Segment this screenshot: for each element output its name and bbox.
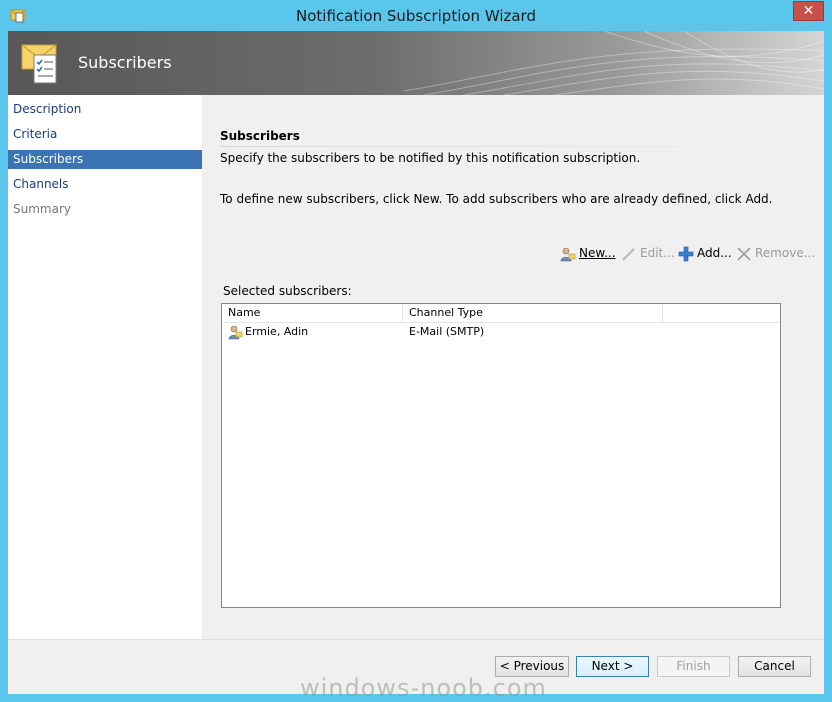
table-row[interactable]: Ermie, Adin E-Mail (SMTP)	[222, 323, 780, 341]
footer-divider	[8, 639, 824, 640]
remove-x-icon	[737, 246, 751, 261]
envelope-checklist-icon	[21, 44, 57, 84]
add-button-label: Add...	[697, 246, 732, 260]
next-button[interactable]: Next >	[576, 656, 649, 677]
nav-item-channels[interactable]: Channels	[8, 175, 202, 194]
window-title: Notification Subscription Wizard	[296, 7, 536, 25]
subscribers-page: Subscribers Specify the subscribers to b…	[202, 95, 824, 639]
close-button[interactable]: ✕	[793, 1, 824, 21]
nav-item-description[interactable]: Description	[8, 100, 202, 119]
section-divider	[220, 146, 806, 147]
add-subscriber-button[interactable]: Add...	[678, 243, 732, 263]
remove-subscriber-button: Remove...	[736, 243, 815, 263]
wizard-window: Subscribers Description Criteria Subscri…	[8, 31, 824, 694]
cancel-button[interactable]: Cancel	[738, 656, 811, 677]
column-header-name[interactable]: Name	[222, 304, 403, 322]
new-button-label: New...	[579, 246, 616, 260]
finish-button: Finish	[657, 656, 730, 677]
user-icon	[228, 325, 243, 340]
selected-subscribers-label: Selected subscribers:	[223, 284, 352, 298]
nav-item-criteria[interactable]: Criteria	[8, 125, 202, 144]
wizard-header: Subscribers	[8, 31, 824, 95]
edit-button-label: Edit...	[640, 246, 675, 260]
nav-item-summary: Summary	[13, 202, 71, 216]
page-instructions: To define new subscribers, click New. To…	[220, 192, 773, 206]
watermark-text: windows-noob.com	[300, 674, 547, 702]
subscribers-grid[interactable]: Name Channel Type Ermie, Adin E-Mail (SM…	[221, 303, 781, 608]
edit-subscriber-button: Edit...	[621, 243, 675, 263]
new-user-icon	[560, 247, 576, 261]
plus-icon	[678, 246, 694, 261]
subscriber-channel: E-Mail (SMTP)	[409, 325, 485, 338]
subscriber-name: Ermie, Adin	[245, 325, 309, 338]
title-bar: Notification Subscription Wizard ✕	[0, 0, 832, 31]
page-description: Specify the subscribers to be notified b…	[220, 151, 641, 165]
pencil-icon	[622, 247, 635, 261]
remove-button-label: Remove...	[755, 246, 816, 260]
header-title: Subscribers	[78, 53, 172, 72]
column-header-channel-type[interactable]: Channel Type	[403, 304, 663, 322]
section-title: Subscribers	[220, 129, 300, 143]
nav-item-subscribers[interactable]: Subscribers	[8, 150, 202, 169]
grid-header: Name Channel Type	[222, 304, 780, 323]
header-wave-decoration	[404, 31, 824, 95]
new-subscriber-button[interactable]: New...	[560, 243, 616, 263]
wizard-step-nav: Description Criteria Subscribers Channel…	[8, 95, 202, 639]
